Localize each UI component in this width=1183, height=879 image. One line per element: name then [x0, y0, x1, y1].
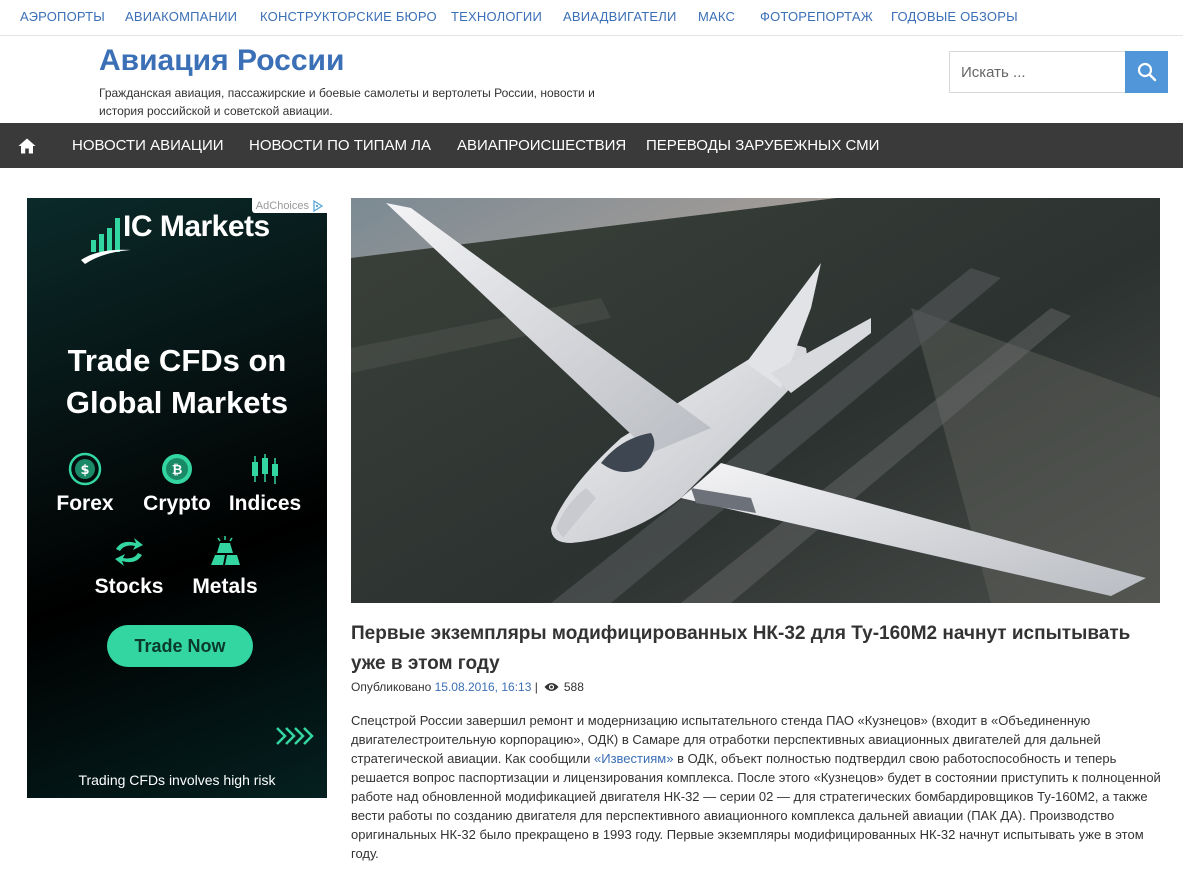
top-nav-item-engines[interactable]: АВИАДВИГАТЕЛИ: [563, 9, 677, 24]
izvestia-link[interactable]: «Известиям»: [594, 751, 673, 766]
gold-bars-icon: [211, 536, 240, 565]
search-input[interactable]: [950, 52, 1126, 92]
top-nav-item-technologies[interactable]: ТЕХНОЛОГИИ: [451, 9, 542, 24]
home-icon: [18, 138, 36, 153]
site-title[interactable]: Авиация России: [99, 44, 344, 78]
home-button[interactable]: [0, 123, 54, 168]
article-title-link[interactable]: Первые экземпляры модифицированных НК-32…: [351, 623, 1130, 674]
article-excerpt: Спецстрой России завершил ремонт и модер…: [351, 711, 1163, 863]
published-label: Опубликовано: [351, 680, 432, 694]
ad-category-stocks: Stocks: [74, 535, 184, 599]
adchoices-icon: [313, 199, 324, 212]
site-description: Гражданская авиация, пассажирские и боев…: [99, 86, 595, 118]
article-featured-image[interactable]: [351, 198, 1160, 603]
ad-brand-name: IC Markets: [123, 210, 270, 243]
top-nav-item-airports[interactable]: АЭРОПОРТЫ: [20, 9, 105, 24]
article-meta: Опубликовано 15.08.2016, 16:13 | 588: [351, 680, 584, 694]
ad-category-metals: Metals: [170, 535, 280, 599]
candlestick-chart-icon: [252, 454, 278, 484]
ad-category-label: Indices: [228, 492, 302, 515]
meta-separator: |: [534, 680, 538, 694]
top-nav-item-annual-reviews[interactable]: ГОДОВЫЕ ОБЗОРЫ: [891, 9, 1018, 24]
main-nav-item-news-by-aircraft-type[interactable]: НОВОСТИ ПО ТИПАМ ЛА: [249, 137, 431, 154]
top-nav-item-design-bureaus[interactable]: КОНСТРУКТОРСКИЕ БЮРО: [260, 9, 437, 24]
top-nav-item-photo-report[interactable]: ФОТОРЕПОРТАЖ: [760, 9, 873, 24]
ad-brand-logo: IC Markets: [79, 210, 279, 266]
ad-headline: Trade CFDs on Global Markets: [65, 343, 289, 420]
chevrons-right-icon: [276, 727, 314, 745]
ad-category-label: Metals: [192, 575, 258, 598]
svg-text:₿: ₿: [172, 463, 183, 478]
main-nav-item-aviation-news[interactable]: НОВОСТИ АВИАЦИИ: [72, 137, 224, 154]
exchange-arrows-icon: [115, 538, 143, 566]
bitcoin-coin-icon: ₿: [162, 454, 192, 484]
search-button[interactable]: [1125, 51, 1168, 93]
main-navigation: НОВОСТИ АВИАЦИИ НОВОСТИ ПО ТИПАМ ЛА АВИА…: [0, 123, 1183, 168]
ad-trade-now-button[interactable]: Trade Now: [107, 625, 253, 667]
top-nav-item-airlines[interactable]: АВИАКОМПАНИИ: [125, 9, 237, 24]
ad-category-label: Stocks: [94, 575, 164, 598]
search-field-wrapper: [949, 51, 1126, 93]
article-title[interactable]: Первые экземпляры модифицированных НК-32…: [351, 619, 1161, 679]
ad-category-indices: Indices: [210, 452, 320, 516]
excerpt-text: в ОДК, объект полностью подтвердил свою …: [351, 751, 1161, 861]
eye-icon: [544, 683, 559, 691]
advertisement-banner[interactable]: AdChoices IC Markets Trade CFDs on Globa…: [27, 198, 327, 798]
dollar-coin-icon: $: [68, 452, 102, 486]
svg-text:$: $: [80, 463, 89, 478]
article-date-link[interactable]: 15.08.2016, 16:13: [435, 680, 532, 694]
aircraft-photo: [351, 198, 1160, 603]
main-nav-item-foreign-media-translations[interactable]: ПЕРЕВОДЫ ЗАРУБЕЖНЫХ СМИ: [646, 137, 879, 154]
top-nav-item-maks[interactable]: МАКС: [698, 9, 735, 24]
ad-category-label: Crypto: [143, 492, 211, 515]
ad-disclaimer: Trading CFDs involves high risk: [78, 772, 276, 788]
view-count: 588: [563, 680, 584, 694]
search-icon: [1137, 62, 1156, 82]
top-navigation: АЭРОПОРТЫ АВИАКОМПАНИИ КОНСТРУКТОРСКИЕ Б…: [0, 0, 1183, 36]
ad-category-label: Forex: [56, 492, 114, 515]
main-nav-item-incidents[interactable]: АВИАПРОИСШЕСТВИЯ: [457, 137, 626, 154]
